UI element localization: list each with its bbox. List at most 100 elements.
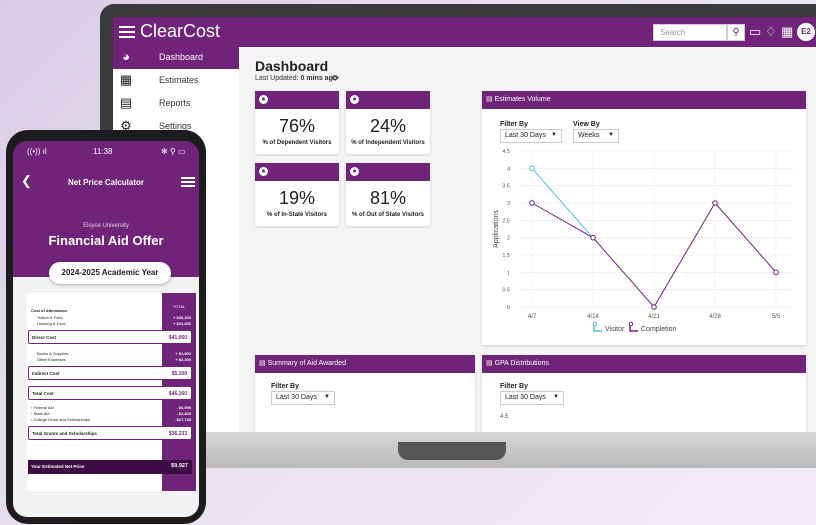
panel-title: Summary of Aid Awarded [267,360,347,367]
status-time: 11:38 [93,147,113,156]
row-label: Total Grants and Scholarships [32,431,97,436]
search-icon[interactable]: ⚲ [727,24,745,41]
y-tick-label: 1.5 [502,253,510,259]
calculator-icon: ▦ [119,72,133,87]
sidebar-item-estimates[interactable]: ▦ Estimates [113,70,239,92]
filter-label: Filter By [271,383,300,390]
stat-value: 81% [369,188,407,208]
sidebar-item-reports[interactable]: ▤ Reports [113,93,239,115]
top-bar: ClearCost Search ⚲ ▭ ♢ ▦ E2 [113,17,816,47]
row-amount: $46,160 [168,391,187,397]
academic-year-pill[interactable]: 2024-2025 Academic Year [49,262,171,284]
x-tick-label: 4/14 [587,314,599,320]
panel-header: ▤ Estimates Volume [482,91,806,109]
aid-item-label[interactable]: › College Grant and Scholarships [31,417,90,422]
y-tick-label: 3.5 [502,184,510,190]
sidebar-item-label: Estimates [159,75,199,85]
data-point [529,165,535,172]
search-input[interactable]: Search [653,24,727,41]
filter-label: Filter By [500,121,529,128]
battery-icon: ✻ ⚲ ▭ [161,147,186,156]
menu-icon[interactable] [181,175,195,189]
stat-card-out-of-state: ● 81% % of Out of State Visitors [346,163,430,226]
offer-headline: Financial Aid Offer [48,233,164,248]
x-tick-label: 5/5 [772,314,781,320]
row-amount: $5,100 [171,371,187,377]
row-amount: $41,060 [168,335,187,341]
aid-item-label[interactable]: › Federal Aid [31,405,54,410]
panel-header: ▤ GPA Distributions [482,355,806,373]
estimates-line-chart: 0 0.5 1 1.5 2 2.5 3 3.5 4 4.5 4/7 4/14 4/21 4/28 5/5 Ap… [493,149,794,333]
cost-item-amount: + $30,230 [173,315,191,320]
stat-card-dependent: ● 76% % of Dependent Visitors [255,91,339,154]
user-icon: ● [259,167,268,176]
row-label: Your Estimated Net Price [31,464,85,469]
calendar-icon[interactable]: ▭ [749,24,761,40]
filter-value: Last 30 Days [276,394,317,401]
cost-item-label: Books & Supplies [37,351,69,356]
estimates-volume-panel: ▤ Estimates Volume Filter By Last 30 Day… [482,91,806,345]
cost-item-label: Housing & Food [37,321,66,326]
cost-item-amount: + $10,830 [173,321,191,326]
user-icon: ● [350,95,359,104]
apps-grid-icon[interactable]: ▦ [781,24,793,40]
data-point [590,234,596,241]
phone-screen: ((•)) ıl 11:38 ✻ ⚲ ▭ ❮ Net Price Calcula… [13,141,199,517]
cost-heading: Cost of Attendance [31,308,68,313]
net-price-row: Your Estimated Net Price $9,927 [28,460,192,474]
stat-value: 76% [278,116,316,136]
y-tick-label: 3 [507,201,510,207]
data-point [712,200,718,206]
grants-row: Total Grants and Scholarships $36,233 [28,426,192,440]
x-tick-label: 4/28 [709,314,721,320]
direct-cost-row: Direct Cost $41,060 [28,330,192,344]
stat-value: 24% [369,116,407,136]
refresh-icon[interactable]: ⟳ [332,73,340,84]
user-icon: ● [350,167,359,176]
last-updated: Last Updated: 0 mins ago [255,75,337,82]
stat-label: % of In-State Visitors [267,212,327,218]
y-tick-label: 0.5 [502,288,510,294]
gpa-first-tick: 4.5 [500,414,509,420]
sidebar-item-dashboard[interactable]: ◕ Dashboard [113,47,239,69]
stat-card-in-state: ● 19% % of In-State Visitors [255,163,339,226]
panel-title: Estimates Volume [494,96,551,103]
last-updated-label: Last Updated: [255,75,299,82]
x-tick-label: 4/7 [528,314,537,320]
filter-select[interactable]: Last 30 Days ▼ [500,129,562,143]
bell-icon[interactable]: ♢ [765,24,777,40]
laptop-notch [398,442,506,460]
view-select[interactable]: Weeks ▼ [573,129,619,143]
stat-label: % of Dependent Visitors [262,140,332,146]
row-label: Direct Cost [32,335,57,340]
row-amount: $9,927 [171,463,188,469]
aid-item-amount: - $27,738 [174,417,191,422]
cost-item-amount: + $1,800 [175,351,191,356]
panel-title: GPA Distributions [494,360,549,367]
total-cost-row: Total Cost $46,160 [28,386,192,400]
aid-item-label[interactable]: › State Aid [31,411,49,416]
filter-select[interactable]: Last 30 Days ▼ [271,391,335,405]
cost-item-amount: + $3,300 [175,357,191,362]
menu-icon[interactable] [119,23,135,39]
app-screen: ClearCost Search ⚲ ▭ ♢ ▦ E2 ◕ Dashboard … [113,17,816,432]
stat-label: % of Independent Visitors [351,140,425,146]
phone-title: Net Price Calculator [67,178,145,187]
chevron-down-icon: ▼ [324,394,330,400]
avatar[interactable]: E2 [797,23,815,41]
user-icon: ● [259,95,268,104]
stat-label: % of Out of State Visitors [352,212,424,218]
y-tick-label: 1 [507,270,510,276]
y-tick-label: 2.5 [502,218,510,224]
filter-select[interactable]: Last 30 Days ▼ [500,391,564,405]
filter-value: Last 30 Days [505,132,546,139]
row-label: Total Cost [32,391,54,396]
x-tick-label: 4/21 [648,314,660,320]
legend-label: Completion [641,326,677,333]
aid-item-amount: - $6,095 [176,405,191,410]
chevron-down-icon: ▼ [551,132,557,138]
chevron-down-icon: ▼ [608,132,614,138]
university-name: Elsyce University [83,223,129,229]
indirect-cost-row: Indirect Cost $5,100 [28,366,192,380]
legend-label: Visitor [605,326,625,333]
